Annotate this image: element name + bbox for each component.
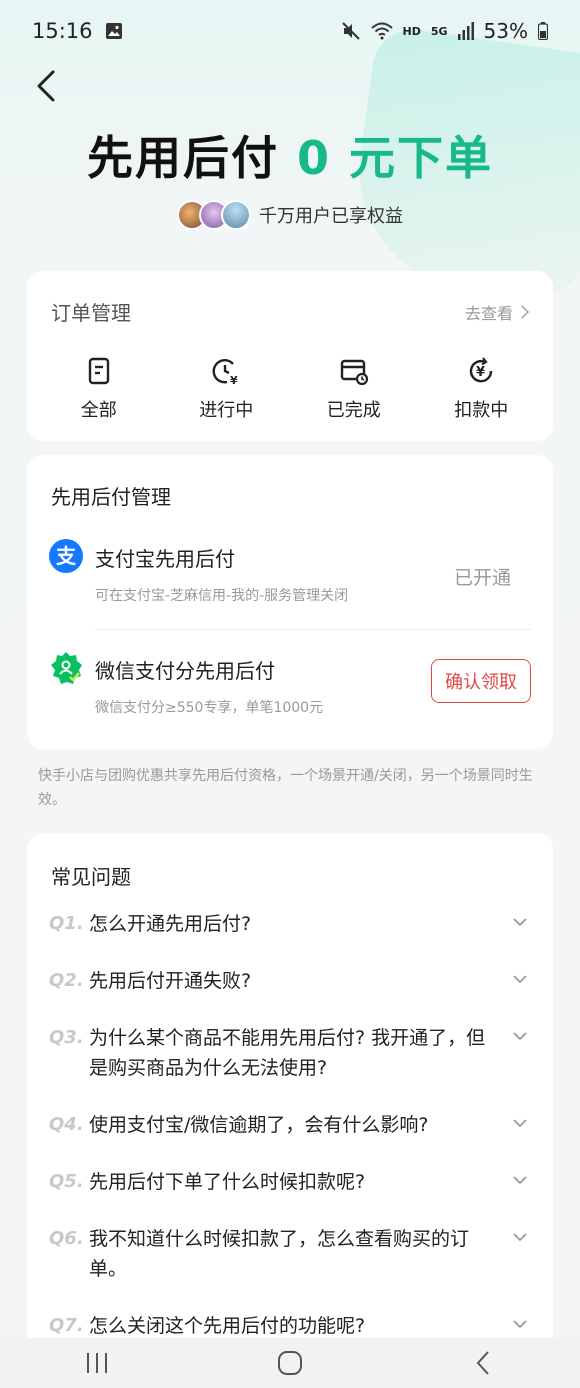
chevron-down-icon [513,1032,527,1041]
faq-question: 怎么关闭这个先用后付的功能呢? [89,1315,366,1337]
view-orders-link[interactable]: 去查看 [465,300,529,324]
recent-apps-button[interactable] [77,1348,117,1378]
users-text: 千万用户已享权益 [259,206,403,227]
order-label-deducting: 扣款中 [454,400,509,421]
pay-later-title: 先用后付管理 [51,485,171,509]
faq-list: Q1. 怎么开通先用后付? Q2. 先用后付开通失败? Q3. 为什么某个商品不… [49,909,529,1368]
system-nav-bar [0,1338,580,1388]
system-back-button[interactable] [463,1348,503,1378]
alipay-name: 支付宝先用后付 [95,547,235,571]
svg-text:¥: ¥ [230,374,238,386]
alipay-desc: 可在支付宝-芝麻信用-我的-服务管理关闭 [95,588,349,604]
faq-item[interactable]: Q6. 我不知道什么时候扣款了，怎么查看购买的订单。 [49,1224,529,1284]
wifi-icon [370,22,393,40]
chevron-right-icon [521,304,529,319]
wechat-pay-name: 微信支付分先用后付 [95,659,275,683]
alipay-icon: 支 [49,539,83,573]
faq-question: 怎么开通先用后付? [89,913,252,935]
back-button[interactable] [30,68,62,104]
document-icon [88,357,109,385]
pay-later-management-card: 先用后付管理 支 支付宝先用后付 可在支付宝-芝麻信用-我的-服务管理关闭 已开… [27,455,553,749]
faq-title: 常见问题 [51,865,131,889]
faq-item[interactable]: Q5. 先用后付下单了什么时候扣款呢? [49,1167,529,1197]
faq-number: Q4. [49,1114,84,1135]
chevron-down-icon [513,918,527,927]
chevron-down-icon [513,1233,527,1242]
alipay-status: 已开通 [453,567,511,589]
order-label-completed: 已完成 [326,400,381,421]
users-line: 千万用户已享权益 [0,200,580,230]
faq-question: 先用后付开通失败? [89,970,252,992]
order-filter-all[interactable]: 全部 [44,356,154,422]
battery-percent: 53% [483,19,528,43]
view-orders-label: 去查看 [464,303,513,323]
avatar [221,200,251,230]
signal-icon [457,22,474,40]
svg-text:¥: ¥ [476,365,485,380]
faq-number: Q1. [49,913,84,934]
avatar-group [177,200,251,230]
home-button[interactable] [270,1348,310,1378]
chevron-down-icon [513,1320,527,1329]
faq-question: 为什么某个商品不能用先用后付? 我开通了，但是购买商品为什么无法使用? [89,1027,486,1079]
chevron-left-icon [37,70,55,102]
hd-indicator: HD [402,24,421,38]
back-arrow-icon [476,1351,490,1375]
confirm-claim-button[interactable]: 确认领取 [431,659,531,703]
faq-number: Q6. [49,1228,84,1249]
order-filter-completed[interactable]: 已完成 [299,356,409,422]
faq-item[interactable]: Q3. 为什么某个商品不能用先用后付? 我开通了，但是购买商品为什么无法使用? [49,1023,529,1083]
hero-title-main: 先用后付 [86,131,279,185]
order-filter-in-progress[interactable]: ¥ 进行中 [171,356,281,422]
chevron-down-icon [513,975,527,984]
faq-question: 使用支付宝/微信逾期了，会有什么影响? [89,1114,429,1136]
home-icon [277,1351,302,1375]
faq-item[interactable]: Q7. 怎么关闭这个先用后付的功能呢? [49,1311,529,1341]
refresh-yuan-icon: ¥ [470,357,493,383]
mute-icon [341,22,360,40]
hero-title: 先用后付 0 元下单 [0,122,580,188]
faq-number: Q3. [49,1027,84,1048]
clock-yuan-icon: ¥ [212,359,238,386]
order-management-title: 订单管理 [51,301,131,325]
order-filter-deducting[interactable]: ¥ 扣款中 [426,356,536,422]
order-label-in-progress: 进行中 [199,400,254,421]
faq-number: Q5. [49,1171,84,1192]
battery-icon [538,22,548,40]
faq-card: 常见问题 Q1. 怎么开通先用后付? Q2. 先用后付开通失败? Q3. 为什么… [27,833,553,1353]
faq-item[interactable]: Q4. 使用支付宝/微信逾期了，会有什么影响? [49,1110,529,1140]
faq-number: Q2. [49,970,84,991]
chevron-down-icon [513,1176,527,1185]
hero-title-accent: 0 元下单 [296,131,494,185]
svg-text:支: 支 [56,544,77,568]
chevron-down-icon [513,1119,527,1128]
gallery-icon [105,23,122,39]
status-bar: 15:16 HD 5G 53% [0,0,580,62]
divider [95,629,531,630]
card-check-icon [340,359,368,386]
info-note: 快手小店与团购优惠共享先用后付资格，一个场景开通/关闭，另一个场景同时生效。 [38,768,533,808]
faq-question: 我不知道什么时候扣款了，怎么查看购买的订单。 [89,1228,470,1280]
wechat-pay-desc: 微信支付分≥550专享，单笔1000元 [95,700,324,716]
order-management-card: 订单管理 去查看 全部 ¥ 进行中 已完成 ¥ 扣款中 [27,271,553,441]
network-type: 5G [430,24,448,38]
wechat-pay-score-icon [51,652,82,684]
faq-item[interactable]: Q2. 先用后付开通失败? [49,966,529,996]
faq-item[interactable]: Q1. 怎么开通先用后付? [49,909,529,939]
status-time: 15:16 [32,19,93,43]
faq-number: Q7. [49,1315,84,1336]
recents-icon [86,1353,107,1373]
faq-question: 先用后付下单了什么时候扣款呢? [89,1171,366,1193]
order-label-all: 全部 [80,400,117,421]
